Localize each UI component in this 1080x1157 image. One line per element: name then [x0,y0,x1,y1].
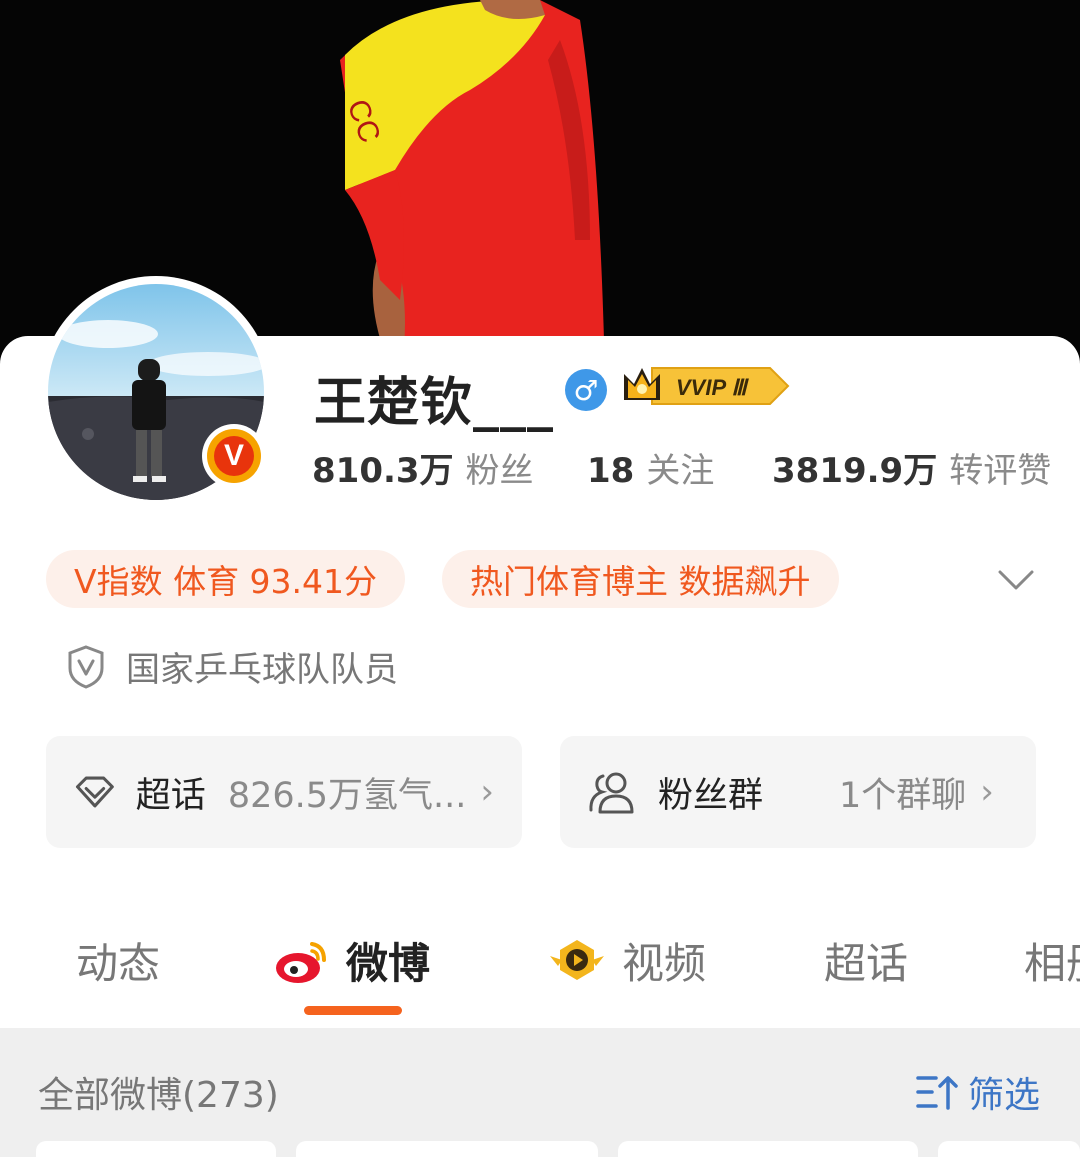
profile-tabs: 动态 微博 视频 超话 相册 [0,930,1080,1000]
supertopic-label: 超话 [135,775,206,816]
supertopic-entry[interactable]: 超话 826.5万氢气... › [46,736,522,848]
tab-dynamics[interactable]: 动态 [76,930,160,991]
feed-card-preview [938,1141,1080,1157]
supertopic-diamond-icon [75,776,114,808]
fan-group-people-icon [589,772,634,814]
stat-following[interactable]: 18 关注 [587,443,714,492]
active-tab-indicator [304,1006,402,1015]
tab-video[interactable]: 视频 [546,930,706,991]
verification-info: 国家乒乓球队队员 [66,642,398,691]
stat-likes[interactable]: 3819.9万 转评赞 [772,443,1051,492]
fan-group-label: 粉丝群 [658,775,764,816]
fan-group-entry[interactable]: 粉丝群 1个群聊 › [560,736,1036,848]
feed-card-preview [618,1141,918,1157]
filter-icon [916,1076,958,1110]
verified-v-badge: V [202,424,266,488]
chevron-down-icon[interactable] [994,558,1038,602]
tag-v-index[interactable]: V指数 体育 93.41分 [46,550,406,608]
gender-male-icon: ♂ [565,369,607,411]
feed-card-preview [296,1141,598,1157]
shield-v-icon [68,644,104,689]
tab-weibo[interactable]: 微博 [272,930,430,991]
feed-card-preview [36,1141,276,1157]
verification-text: 国家乒乓球队队员 [126,650,398,690]
all-weibo-count: 全部微博(273) [38,1075,279,1116]
video-play-icon [550,939,604,980]
filter-label: 筛选 [968,1075,1041,1116]
chevron-right-icon: › [480,772,494,812]
feed-filter-bar: 全部微博(273) 筛选 [0,1028,1080,1157]
vvip-badge[interactable]: VVIP Ⅲ [620,362,792,414]
filter-button[interactable]: 筛选 [914,1066,1040,1118]
supertopic-value: 826.5万氢气... [227,775,467,816]
profile-name: 王楚钦___ [314,373,555,433]
weibo-logo-icon [276,941,326,983]
tab-supertopic[interactable]: 超话 [824,930,908,991]
chevron-right-icon: › [980,772,994,812]
svg-text:VVIP Ⅲ: VVIP Ⅲ [676,375,749,400]
fan-group-value: 1个群聊 [839,775,967,816]
tag-hot-blogger[interactable]: 热门体育博主 数据飙升 [442,550,839,608]
tab-album[interactable]: 相册 [1024,930,1080,991]
stat-followers[interactable]: 810.3万 粉丝 [312,443,534,492]
